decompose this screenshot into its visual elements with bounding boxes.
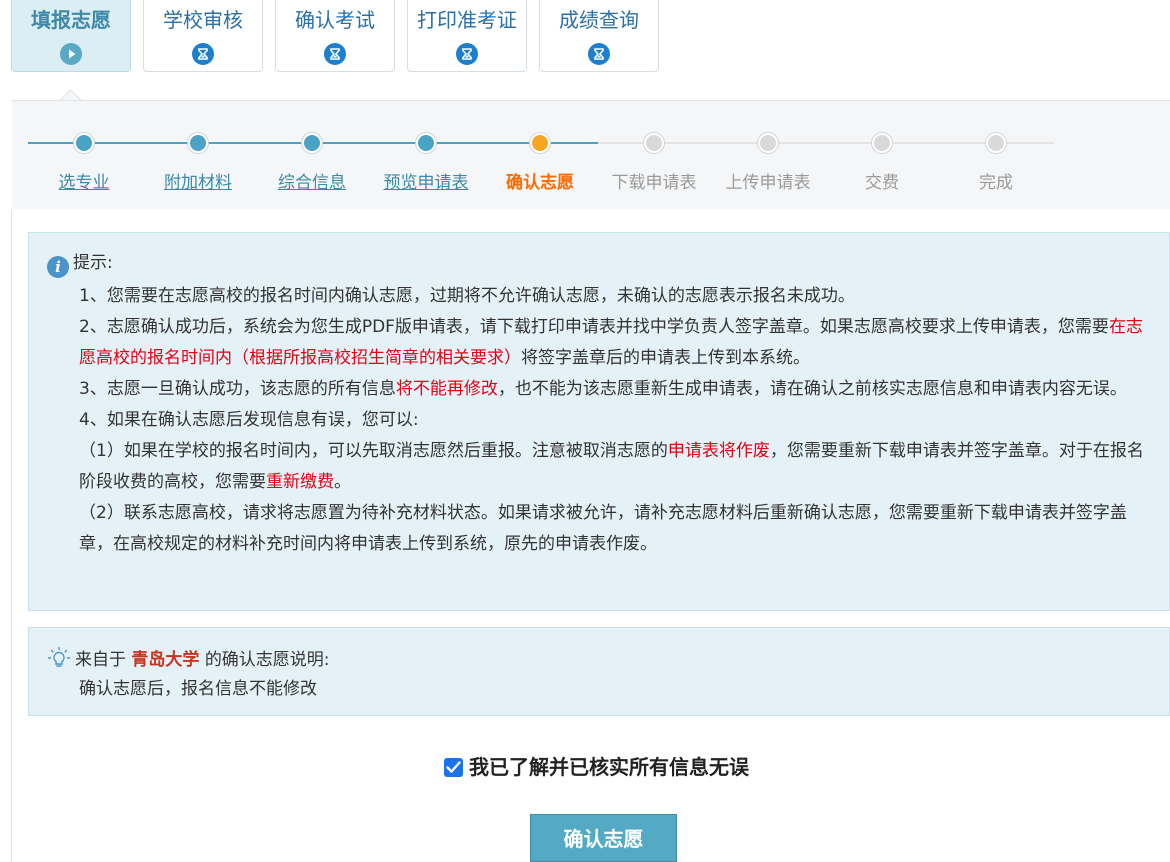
step-connector [1006,142,1054,144]
play-icon [60,43,82,65]
confirm-checkbox[interactable] [444,758,463,777]
tip-text: 将签字盖章后的申请表上传到本系统。 [521,348,810,368]
step-connector [94,142,188,144]
info-icon: i [47,256,69,278]
step-dot-todo [644,133,664,153]
step-dot-done [302,133,322,153]
step-label: 下载申请表 [611,173,697,193]
tip-highlight: 重新缴费 [266,472,334,492]
school-name: 青岛大学 [131,650,200,670]
tips-panel: i 提示: 1、您需要在志愿高校的报名时间内确认志愿，过期将不允许确认志愿，未确认… [28,232,1170,611]
school-note-title: 来自于 青岛大学 的确认志愿说明: [47,646,330,677]
step-connector [664,142,758,144]
tip-item-3: 3、志愿一旦确认成功，该志愿的所有信息将不能再修改，也不能为该志愿重新生成申请表… [79,374,1155,405]
tip-item-4: 4、如果在确认志愿后发现信息有误，您可以: [79,410,419,430]
step-connector [322,142,416,144]
step-label: 上传申请表 [725,173,811,193]
confirm-checkbox-label: 我已了解并已核实所有信息无误 [469,755,749,779]
hourglass-icon [324,43,346,65]
tab-school-review[interactable]: 学校审核 [143,0,263,72]
step-dot-todo [872,133,892,153]
step-label: 交费 [865,173,899,193]
hourglass-icon [588,43,610,65]
progress-stepper: 选专业 附加材料 综合信息 预览申请表 确认志愿 下载申请表 上传申请表 交费 完成 [12,100,1170,209]
tab-fill-application[interactable]: 填报志愿 [11,0,131,72]
tab-confirm-exam[interactable]: 确认考试 [275,0,395,72]
school-note-panel: 来自于 青岛大学 的确认志愿说明: 确认志愿后，报名信息不能修改 [28,627,1170,716]
step-dot-todo [986,133,1006,153]
tip-text: （1）如果在学校的报名时间内，可以先取消志愿然后重报。注意被取消志愿的 [79,441,668,461]
tab-print-admission-ticket[interactable]: 打印准考证 [407,0,527,72]
step-connector [892,142,986,144]
tips-title: i 提示: [47,251,113,278]
step-dot-todo [758,133,778,153]
tab-label: 学校审核 [163,8,243,32]
active-tab-pointer [57,87,85,101]
school-note-suffix: 的确认志愿说明: [204,650,330,670]
tip-item-4-2: （2）联系志愿高校，请求将志愿置为待补充材料状态。如果请求被允许，请补充志愿材料… [79,503,1127,554]
tab-label: 打印准考证 [417,8,517,32]
tip-highlight: 申请表将作废 [667,441,770,461]
tips-title-text: 提示: [73,253,113,273]
tip-item-4-1: （1）如果在学校的报名时间内，可以先取消志愿然后重报。注意被取消志愿的申请表将作… [79,436,1155,498]
step-label[interactable]: 选专业 [24,168,144,193]
step-connector [436,142,530,144]
tab-score-query[interactable]: 成绩查询 [539,0,659,72]
step-dot-done [188,133,208,153]
step-label: 完成 [979,173,1013,193]
tip-text: 。 [334,472,351,492]
tips-body: 1、您需要在志愿高校的报名时间内确认志愿，过期将不允许确认志愿，未确认的志愿表示… [79,281,1155,560]
step-dot-done [416,133,436,153]
tab-label: 确认考试 [295,8,375,32]
step-label: 确认志愿 [506,173,574,193]
confirm-checkbox-row[interactable]: 我已了解并已核实所有信息无误 [444,754,749,780]
tip-text: 2、志愿确认成功后，系统会为您生成PDF版申请表，请下载打印申请表并找中学负责人… [79,317,1109,337]
page-edge-divider [11,209,12,862]
step-dot-done [74,133,94,153]
hourglass-icon [192,43,214,65]
hourglass-icon [456,43,478,65]
lightbulb-icon [47,646,71,677]
step-label[interactable]: 综合信息 [252,168,372,193]
confirm-application-button[interactable]: 确认志愿 [530,814,677,862]
step-label[interactable]: 预览申请表 [366,168,486,193]
tab-label: 填报志愿 [31,8,111,32]
step-connector [778,142,872,144]
step-dot-current [530,133,550,153]
step-connector [28,142,74,144]
tip-highlight: 将不能再修改 [395,379,498,399]
tab-label: 成绩查询 [559,8,639,32]
school-note-text: 确认志愿后，报名信息不能修改 [79,679,317,699]
step-label[interactable]: 附加材料 [138,168,258,193]
tip-item-1: 1、您需要在志愿高校的报名时间内确认志愿，过期将不允许确认志愿，未确认的志愿表示… [79,286,855,306]
tip-text: ，也不能为该志愿重新生成申请表，请在确认之前核实志愿信息和申请表内容无误。 [497,379,1127,399]
step-connector [208,142,302,144]
tip-item-2: 2、志愿确认成功后，系统会为您生成PDF版申请表，请下载打印申请表并找中学负责人… [79,312,1155,374]
step-connector [550,142,598,144]
process-tabs: 填报志愿 学校审核 确认考试 打印准考证 成绩查询 [0,0,1170,100]
school-note-prefix: 来自于 [75,650,126,670]
tip-text: 3、志愿一旦确认成功，该志愿的所有信息 [79,379,396,399]
